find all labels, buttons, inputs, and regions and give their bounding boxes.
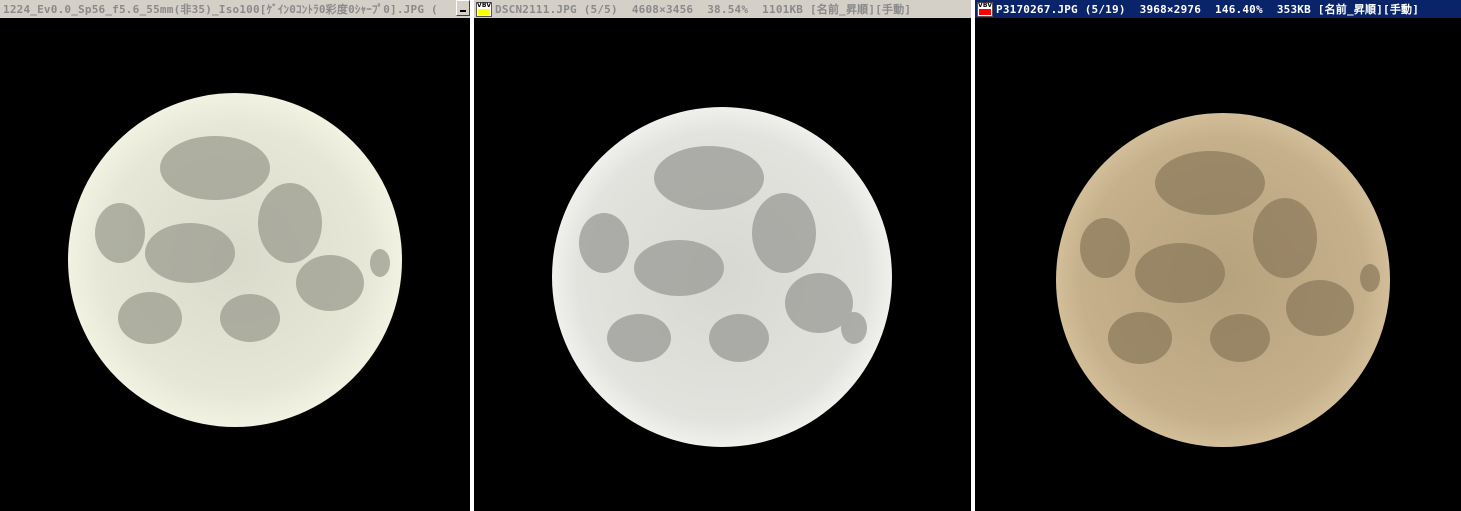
file-size: 353KB: [1276, 3, 1311, 16]
zoom-level: 38.54%: [707, 3, 749, 16]
zoom-level: 146.40%: [1215, 3, 1263, 16]
title-bar[interactable]: VBV P3170267.JPG (5/19) 3968×2976 146.40% 3…: [975, 0, 1461, 18]
file-index: (5/5): [583, 3, 618, 16]
viewer-window-3[interactable]: VBV P3170267.JPG (5/19) 3968×2976 146.40% 3…: [975, 0, 1461, 511]
moon-photo: [975, 18, 1461, 511]
minimize-button[interactable]: [456, 0, 470, 16]
image-dimensions: 4608×3456: [631, 3, 694, 16]
viewer-window-1[interactable]: 1224_Ev0.0_Sp56_f5.6_55mm(非35)_Iso100[ｹﾞ…: [0, 0, 470, 511]
file-name: P3170267.JPG: [996, 3, 1078, 16]
sort-mode: [名前_昇順][手動]: [1317, 3, 1420, 16]
file-name: DSCN2111.JPG: [495, 3, 577, 16]
app-icon[interactable]: VBV: [977, 1, 993, 17]
file-index: (5/19): [1084, 3, 1126, 16]
file-size: 1101KB: [762, 3, 804, 16]
title-bar[interactable]: VBV DSCN2111.JPG (5/5) 4608×3456 38.54% 110…: [474, 0, 971, 18]
viewer-window-2[interactable]: VBV DSCN2111.JPG (5/5) 4608×3456 38.54% 110…: [474, 0, 971, 511]
sort-mode: [名前_昇順][手動]: [809, 3, 912, 16]
image-dimensions: 3968×2976: [1139, 3, 1202, 16]
moon-photo: [0, 18, 470, 511]
app-icon[interactable]: VBV: [476, 1, 492, 17]
title-bar[interactable]: 1224_Ev0.0_Sp56_f5.6_55mm(非35)_Iso100[ｹﾞ…: [0, 0, 470, 18]
window-title: 1224_Ev0.0_Sp56_f5.6_55mm(非35)_Iso100[ｹﾞ…: [3, 3, 438, 16]
moon-photo: [474, 18, 971, 511]
